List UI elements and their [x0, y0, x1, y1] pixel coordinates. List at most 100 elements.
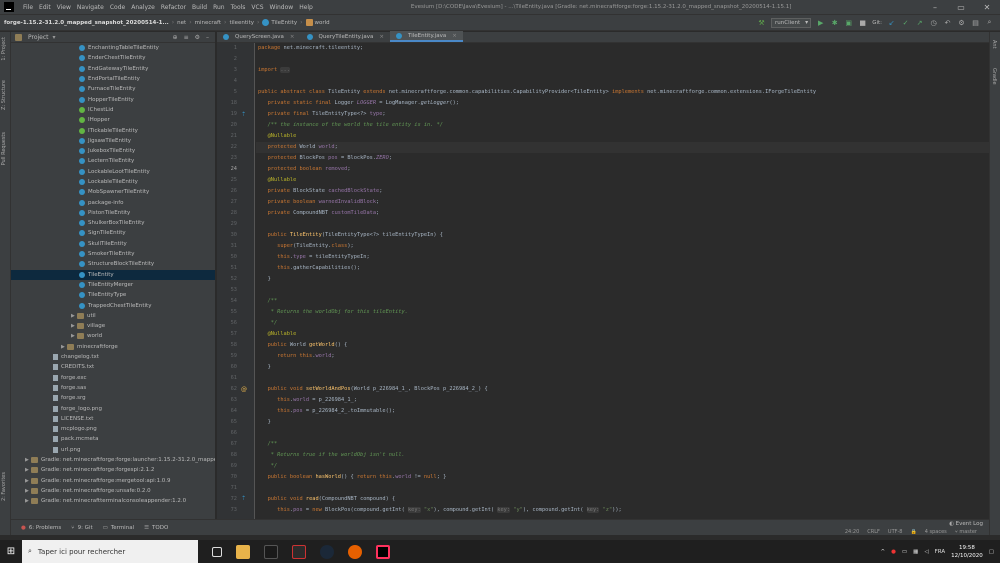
tray-app-icon[interactable]: ●	[891, 549, 896, 555]
git-tool-tab[interactable]: ⑂ 9: Git	[71, 525, 92, 531]
tree-item[interactable]: LecternTileEntity	[11, 156, 215, 166]
override-marker-icon[interactable]: @	[241, 386, 247, 393]
git-push-icon[interactable]: ↗	[915, 18, 924, 27]
gradle-tool-tab[interactable]: Gradle	[991, 68, 997, 85]
history-icon[interactable]: ◷	[929, 18, 938, 27]
git-update-icon[interactable]: ↙	[887, 18, 896, 27]
menu-vcs[interactable]: VCS	[248, 4, 266, 11]
line-ending[interactable]: CRLF	[867, 529, 880, 535]
tree-item[interactable]: FurnaceTileEntity	[11, 84, 215, 94]
stop-icon[interactable]: ■	[858, 18, 867, 27]
notification-icon[interactable]: ▢	[989, 549, 994, 555]
breadcrumb-minecraft[interactable]: minecraft	[195, 20, 221, 26]
tree-item[interactable]: PistonTileEntity	[11, 208, 215, 218]
breadcrumb-field[interactable]: world	[305, 19, 330, 26]
menu-run[interactable]: Run	[210, 4, 228, 11]
caret-position[interactable]: 24:20	[845, 529, 859, 535]
settings-icon[interactable]: ⚙	[957, 18, 966, 27]
file-explorer-icon[interactable]	[236, 544, 250, 559]
app-icon[interactable]	[264, 544, 278, 559]
tree-item[interactable]: mcplogo.png	[11, 424, 215, 434]
tree-item[interactable]: ▶ village	[11, 321, 215, 331]
tree-item[interactable]: LockableTileEntity	[11, 177, 215, 187]
project-tool-tab[interactable]: 1: Project	[1, 37, 7, 61]
tree-item[interactable]: EndPortalTileEntity	[11, 74, 215, 84]
coverage-icon[interactable]: ▣	[844, 18, 853, 27]
git-branch[interactable]: ⑂ master	[955, 529, 977, 535]
build-hammer-icon[interactable]: ⚒	[757, 18, 766, 27]
tree-item[interactable]: LICENSE.txt	[11, 414, 215, 424]
project-structure-icon[interactable]: ▤	[971, 18, 980, 27]
tree-item[interactable]: SmokerTileEntity	[11, 249, 215, 259]
tree-item[interactable]: IChestLid	[11, 105, 215, 115]
search-icon[interactable]: ⌕	[985, 18, 994, 27]
close-icon[interactable]: ✕	[974, 3, 1000, 12]
tree-item[interactable]: JigsawTileEntity	[11, 136, 215, 146]
run-icon[interactable]: ▶	[816, 18, 825, 27]
close-tab-icon[interactable]: ×	[379, 34, 384, 40]
tree-item[interactable]: SignTileEntity	[11, 228, 215, 238]
clock[interactable]: 19:58 12/10/2020	[951, 544, 983, 560]
tree-item[interactable]: ITickableTileEntity	[11, 125, 215, 135]
ant-tool-tab[interactable]: Ant	[991, 40, 997, 49]
close-tab-icon[interactable]: ×	[452, 33, 457, 39]
locate-icon[interactable]: ⊕	[173, 34, 178, 41]
volume-icon[interactable]: ◁	[924, 549, 928, 555]
run-config-select[interactable]: runClient	[771, 17, 812, 28]
menu-file[interactable]: File	[20, 4, 36, 11]
tree-item[interactable]: forge.exc	[11, 373, 215, 383]
todo-tool-tab[interactable]: ☰ TODO	[144, 525, 168, 531]
problems-tool-tab[interactable]: ● 6: Problems	[21, 525, 61, 531]
tree-item[interactable]: CREDITS.txt	[11, 362, 215, 372]
menu-code[interactable]: Code	[107, 4, 128, 11]
tree-item[interactable]: ▶ Gradle: net.minecraftforge:forgespi:2.1…	[11, 465, 215, 475]
tab-query-screen[interactable]: QueryScreen.java ×	[217, 31, 301, 42]
tree-item[interactable]: ▶ Gradle: net.minecraftforge:unsafe:0.2.0	[11, 486, 215, 496]
close-tab-icon[interactable]: ×	[290, 34, 295, 40]
tree-item[interactable]: forge.sas	[11, 383, 215, 393]
structure-tool-tab[interactable]: Z: Structure	[1, 80, 7, 110]
git-commit-icon[interactable]: ✓	[901, 18, 910, 27]
tree-item[interactable]: ▶ Gradle: net.minecraftterminalconsoleapp…	[11, 496, 215, 506]
favorites-tool-tab[interactable]: 2: Favorites	[1, 472, 7, 501]
menu-view[interactable]: View	[54, 4, 74, 11]
terminal-tool-tab[interactable]: ▭ Terminal	[103, 525, 134, 531]
firefox-icon[interactable]	[348, 544, 362, 559]
breadcrumb-project[interactable]: forge-1.15.2-31.2.0_mapped_snapshot_2020…	[4, 20, 169, 26]
tree-item[interactable]: MobSpawnerTileEntity	[11, 187, 215, 197]
menu-refactor[interactable]: Refactor	[158, 4, 189, 11]
hide-panel-icon[interactable]: –	[206, 34, 209, 41]
tree-item[interactable]: StructureBlockTileEntity	[11, 259, 215, 269]
tree-item[interactable]: EnchantingTableTileEntity	[11, 43, 215, 53]
terminal-app-icon[interactable]	[292, 544, 306, 559]
menu-build[interactable]: Build	[189, 4, 210, 11]
tree-item-selected[interactable]: TileEntity	[11, 269, 215, 280]
rollback-icon[interactable]: ↶	[943, 18, 952, 27]
minimize-icon[interactable]: –	[922, 3, 948, 12]
breadcrumb-net[interactable]: net	[177, 20, 186, 26]
tree-item[interactable]: ▶ Gradle: net.minecraftforge:forge:launch…	[11, 455, 215, 465]
tree-item[interactable]: EndGatewayTileEntity	[11, 64, 215, 74]
file-encoding[interactable]: UTF-8	[888, 529, 903, 535]
implements-marker-icon[interactable]: ⇡	[241, 111, 246, 118]
tree-item[interactable]: JukeboxTileEntity	[11, 146, 215, 156]
lock-icon[interactable]: 🔒	[910, 529, 916, 535]
tab-tile-entity[interactable]: TileEntity.java ×	[390, 31, 463, 42]
taskbar-search[interactable]: ⌕ Taper ici pour rechercher	[22, 540, 198, 563]
debug-icon[interactable]: ✱	[830, 18, 839, 27]
breadcrumb-tileentity[interactable]: tileentity	[229, 20, 254, 26]
tree-item[interactable]: url.png	[11, 445, 215, 455]
task-view-icon[interactable]	[212, 546, 222, 557]
menu-tools[interactable]: Tools	[228, 4, 249, 11]
language-icon[interactable]: FRA	[935, 549, 946, 555]
tree-item[interactable]: TrappedChestTileEntity	[11, 300, 215, 310]
battery-icon[interactable]: ▭	[902, 549, 907, 555]
tree-item[interactable]: ▶ util	[11, 311, 215, 321]
tree-item[interactable]: forge.srg	[11, 393, 215, 403]
menu-window[interactable]: Window	[267, 4, 297, 11]
chevron-up-icon[interactable]: ^	[881, 549, 886, 555]
tree-item[interactable]: ▶ world	[11, 331, 215, 341]
windows-start-icon[interactable]: ⊞	[0, 540, 22, 563]
tree-item[interactable]: IHopper	[11, 115, 215, 125]
tree-item[interactable]: pack.mcmeta	[11, 434, 215, 444]
